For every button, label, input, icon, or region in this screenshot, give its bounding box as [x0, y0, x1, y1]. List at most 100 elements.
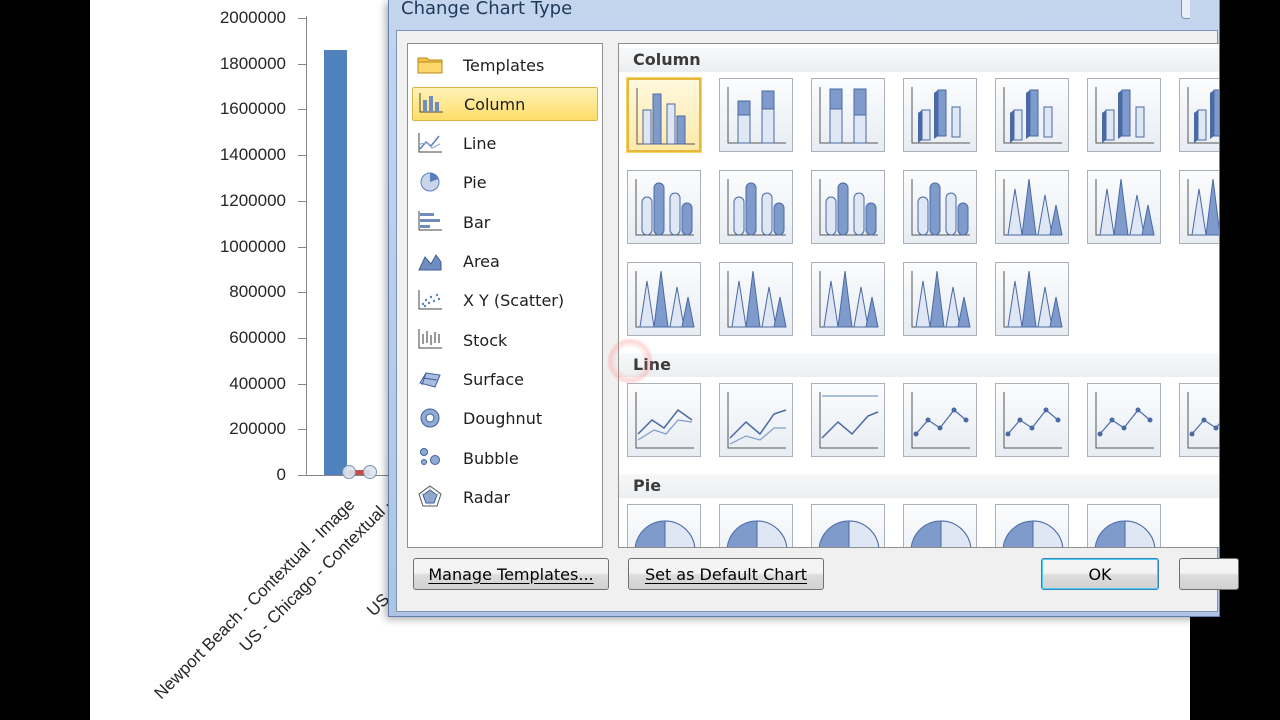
manage-templates-button[interactable]: Manage Templates... — [413, 558, 609, 590]
chart-subtype-thumbnail-icon — [911, 392, 970, 449]
chart-subtype-cone-tile[interactable] — [995, 170, 1069, 244]
y-tick-label: 1600000 — [219, 99, 286, 119]
y-tick-label: 1800000 — [219, 53, 286, 73]
chart-category-label: Bubble — [463, 448, 519, 468]
chart-category-column[interactable]: Column — [412, 87, 598, 122]
chart-subtype-thumbnail-icon — [911, 87, 970, 144]
chart-subtype-marker-tile[interactable] — [903, 383, 977, 457]
chart-subtype-marker-tile[interactable] — [1179, 383, 1219, 457]
column-chart-icon — [418, 92, 446, 116]
chart-category-area[interactable]: Area — [412, 245, 598, 279]
chart-subtype-thumbnail-icon — [1002, 520, 1064, 547]
chart-subtype-thumbnail-icon — [1187, 392, 1219, 449]
chart-subtype-pie-tile[interactable] — [811, 504, 885, 547]
chart-subtype-thumbnail-icon — [1003, 178, 1063, 236]
y-tick-label: 1400000 — [219, 145, 286, 165]
chart-subtype-cone-tile[interactable] — [1087, 170, 1161, 244]
chart-subtype-cone-tile[interactable] — [995, 262, 1069, 336]
chart-category-doughnut[interactable]: Doughnut — [412, 402, 598, 436]
chart-subtype-line2-tile[interactable] — [719, 383, 793, 457]
chart-subtype-cyl-tile[interactable] — [903, 170, 977, 244]
chart-category-radar[interactable]: Radar — [412, 480, 598, 514]
y-tick — [298, 429, 306, 431]
chart-subtype-cyl-tile[interactable] — [811, 170, 885, 244]
chart-subtype-thumbnail-icon — [818, 520, 880, 547]
chart-subtype-cyl-tile[interactable] — [627, 170, 701, 244]
chart-subtype-clustered-tile[interactable] — [627, 78, 701, 152]
chart-category-stock[interactable]: Stock — [412, 323, 598, 357]
set-as-default-chart-button[interactable]: Set as Default Chart — [628, 558, 824, 590]
area-chart-icon — [417, 250, 445, 274]
chart-category-label: Doughnut — [463, 409, 543, 429]
chart-subtype-col3d-tile[interactable] — [1087, 78, 1161, 152]
chart-subtype-thumbnail-icon — [1094, 520, 1156, 547]
section-header-pie: Pie — [619, 474, 1219, 498]
radar-chart-icon — [417, 485, 445, 509]
doughnut-chart-icon — [417, 407, 445, 431]
y-tick — [298, 246, 306, 248]
chart-subtype-pie-tile[interactable] — [1087, 504, 1161, 547]
chart-category-x-y-scatter[interactable]: X Y (Scatter) — [412, 284, 598, 318]
y-tick — [298, 63, 306, 65]
chart-subtype-col3d-tile[interactable] — [1179, 78, 1219, 152]
chart-subtype-thumbnail-icon — [1095, 392, 1154, 449]
chart-category-label: X Y (Scatter) — [463, 291, 565, 311]
chart-subtype-thumbnail-icon — [1003, 270, 1063, 328]
selection-handle[interactable] — [342, 465, 356, 479]
chart-subtype-cyl-tile[interactable] — [719, 170, 793, 244]
y-tick-label: 0 — [276, 465, 286, 484]
y-tick — [298, 292, 306, 294]
chart-subtype-cone-tile[interactable] — [903, 262, 977, 336]
chart-category-line[interactable]: Line — [412, 127, 598, 161]
chart-subtype-thumbnail-icon — [1095, 178, 1155, 236]
chart-subtype-stacked-tile[interactable] — [719, 78, 793, 152]
chart-category-pie[interactable]: Pie — [412, 166, 598, 200]
chart-category-list: Templates Column Line Pie Bar Area X Y (Scatte… — [407, 43, 603, 548]
change-chart-type-dialog: Change Chart Type Templates Column Line Pie… — [388, 0, 1239, 617]
chart-subtype-cone-tile[interactable] — [719, 262, 793, 336]
folder-icon — [417, 53, 445, 77]
chart-subtype-line3-tile[interactable] — [811, 383, 885, 457]
bubble-chart-icon — [417, 446, 445, 470]
y-tick — [298, 18, 306, 19]
chart-category-bar[interactable]: Bar — [412, 205, 598, 239]
ok-button[interactable]: OK — [1041, 558, 1159, 590]
chart-subtype-thumbnail-icon — [819, 270, 879, 328]
chart-subtype-cone-tile[interactable] — [811, 262, 885, 336]
cursor-highlight — [607, 338, 653, 384]
chart-subtype-col3d-tile[interactable] — [903, 78, 977, 152]
chart-subtype-thumbnail-icon — [726, 520, 788, 547]
chart-subtype-thumbnail-icon — [1003, 87, 1062, 144]
y-axis-line — [306, 16, 307, 476]
chart-subtype-col3d-tile[interactable] — [995, 78, 1069, 152]
y-tick — [298, 200, 306, 202]
chart-category-surface[interactable]: Surface — [412, 362, 598, 396]
chart-subtype-cone-tile[interactable] — [627, 262, 701, 336]
chart-subtype-thumbnail-icon — [634, 520, 696, 547]
chart-category-templates[interactable]: Templates — [412, 48, 598, 82]
chart-subtype-marker-tile[interactable] — [995, 383, 1069, 457]
x-tick-label: US - Chicago - Contextual - — [235, 494, 397, 656]
chart-category-label: Surface — [463, 369, 524, 389]
chart-category-label: Radar — [463, 487, 511, 507]
chart-subtype-stacked100-tile[interactable] — [811, 78, 885, 152]
chart-subtype-pie-tile[interactable] — [995, 504, 1069, 547]
selection-handle[interactable] — [363, 465, 377, 479]
close-button[interactable] — [1181, 0, 1190, 19]
y-tick — [298, 109, 306, 111]
chart-category-bubble[interactable]: Bubble — [412, 441, 598, 475]
chart-subtype-cone-tile[interactable] — [1179, 170, 1219, 244]
cancel-button[interactable] — [1179, 558, 1239, 590]
bar-series1-newport-beach[interactable] — [324, 49, 347, 475]
chart-subtype-marker-tile[interactable] — [1087, 383, 1161, 457]
chart-subtype-pie-tile[interactable] — [719, 504, 793, 547]
chart-category-label: Bar — [463, 212, 491, 232]
scatter-chart-icon — [417, 289, 445, 313]
chart-subtype-line1-tile[interactable] — [627, 383, 701, 457]
chart-subtype-thumbnail-icon — [635, 270, 695, 328]
chart-subtype-thumbnail-icon — [727, 179, 786, 236]
chart-subtype-pie-tile[interactable] — [903, 504, 977, 547]
y-tick — [298, 155, 306, 157]
chart-subtype-pie-tile[interactable] — [627, 504, 701, 547]
chart-subtype-thumbnail-icon — [1095, 87, 1154, 144]
